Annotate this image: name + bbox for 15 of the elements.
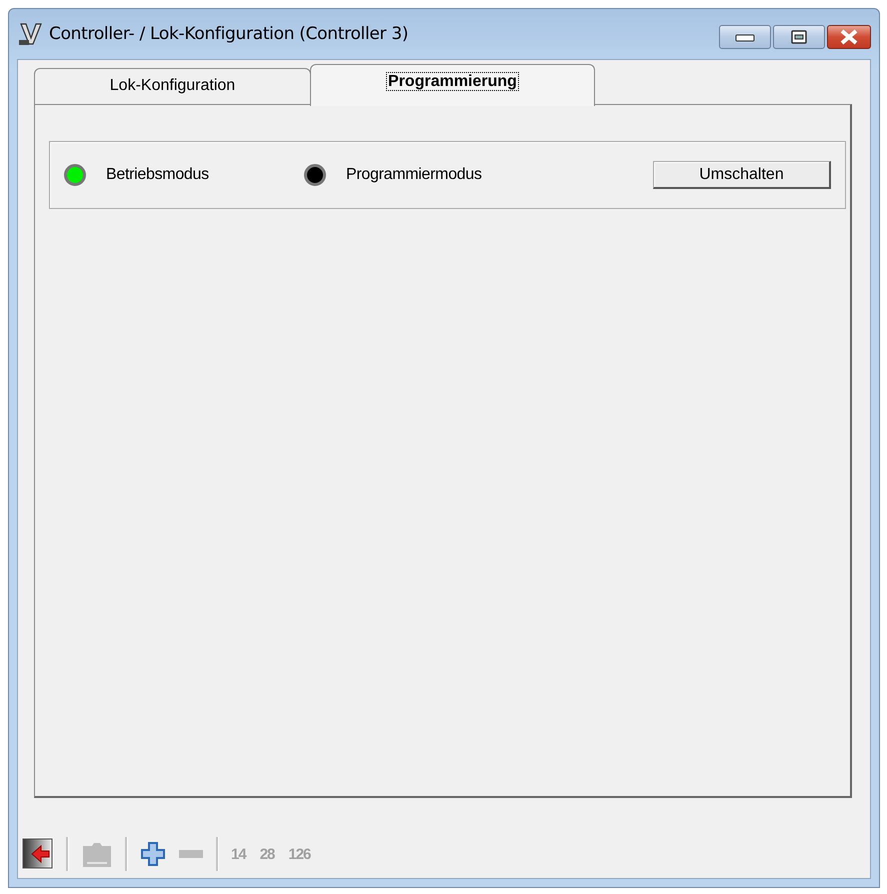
app-icon [19,22,43,46]
close-icon [838,29,860,45]
mode-label: Programmiermodus [346,166,482,184]
minimize-icon [735,32,755,42]
tab[interactable]: Programmierung [310,64,595,106]
maximize-button[interactable] [773,25,825,49]
minimize-button[interactable] [719,25,771,49]
switch-button[interactable]: Umschalten [653,161,831,189]
mode-label: Betriebsmodus [106,166,209,184]
window-title: Controller- / Lok-Konfiguration (Controller 3) [49,24,408,44]
exit-icon[interactable] [22,838,54,870]
tab[interactable]: Lok-Konfiguration [34,68,311,104]
close-button[interactable] [827,25,871,49]
plus-icon[interactable] [140,841,166,867]
maximize-icon [791,30,807,44]
